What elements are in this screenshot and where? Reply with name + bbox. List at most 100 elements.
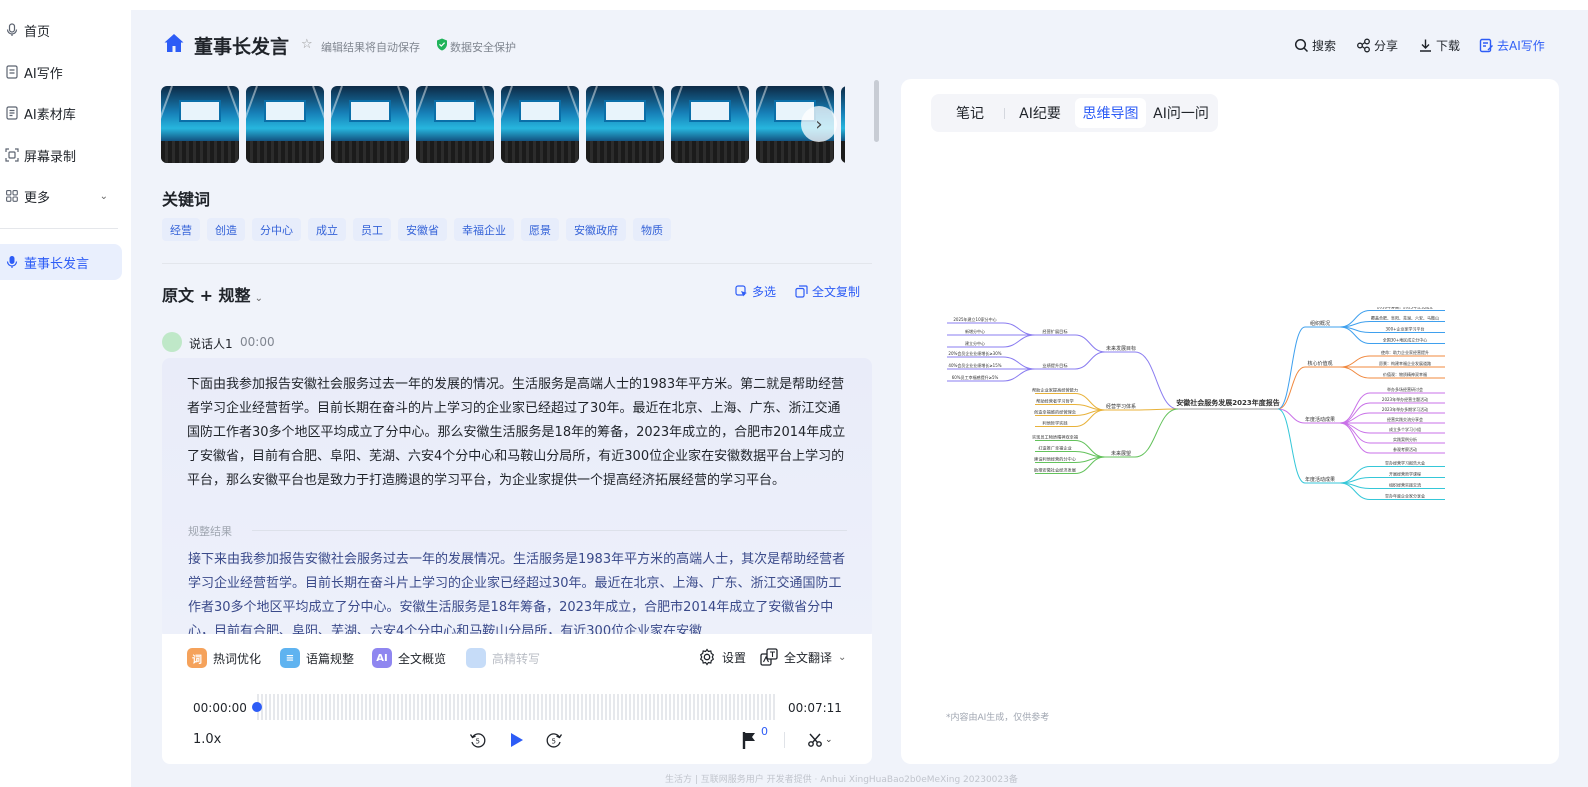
rewind-5s-button[interactable]: 5 <box>468 730 488 750</box>
mindmap-branch[interactable]: 年度活动成果 <box>1305 416 1335 423</box>
rewrite-button[interactable]: 高精转写 <box>466 648 540 668</box>
mindmap-leaf[interactable]: 2018年筹备，2023年正式成立 <box>1377 307 1433 310</box>
translate-button[interactable]: 全文翻译 ⌄ <box>760 648 846 666</box>
tab-ai-qa[interactable]: AI问一问 <box>1149 98 1213 128</box>
thumbnail-image[interactable] <box>841 86 845 163</box>
speaker-name[interactable]: 说话人1 <box>189 335 233 352</box>
speed-button[interactable]: 1.0x <box>193 732 221 747</box>
mindmap-branch[interactable]: 经营学习体系 <box>1106 403 1136 410</box>
mindmap-branch[interactable]: 组织概况 <box>1310 320 1330 327</box>
keyword-tag[interactable]: 创造 <box>207 218 245 241</box>
playhead-handle[interactable] <box>252 702 262 712</box>
summary-button[interactable]: AI 全文概览 <box>372 648 446 668</box>
mindmap-node[interactable]: 建设利他经营的分中心 <box>1034 456 1077 463</box>
thumbnail-image[interactable] <box>501 86 579 163</box>
keyword-tag[interactable]: 安徽省 <box>398 218 447 241</box>
mindmap-branch[interactable]: 核心价值观 <box>1307 360 1332 367</box>
mindmap-node[interactable]: 帮助企业家提高经营能力 <box>1032 387 1078 394</box>
sidebar-item-current-file[interactable]: 董事长发言 <box>0 244 122 280</box>
mindmap-leaf[interactable]: 经营实践交流分享会 <box>1387 416 1423 422</box>
mindmap-leaf[interactable]: 愿景：构建幸福企业发展道路 <box>1379 360 1431 366</box>
play-button[interactable] <box>506 730 526 750</box>
ai-write-button[interactable]: 去AI写作 <box>1479 37 1545 54</box>
paragraph-button[interactable]: ≡ 语篇规整 <box>280 648 354 668</box>
mindmap-leaf[interactable]: 成立多个学习小组 <box>1389 426 1421 432</box>
keyword-tag[interactable]: 物质 <box>633 218 671 241</box>
hotword-button[interactable]: 词热词优化 <box>187 648 261 668</box>
sidebar-item-ai-writing[interactable]: AI写作 <box>0 54 122 90</box>
sidebar-item-ai-library[interactable]: AI素材库 <box>0 95 122 131</box>
thumbnail-image[interactable] <box>161 86 239 163</box>
mindmap-leaf[interactable]: 开展经营哲学课程 <box>1389 471 1421 477</box>
tab-mindmap[interactable]: 思维导图 <box>1075 98 1146 128</box>
mindmap-node[interactable]: 利他哲学实践 <box>1042 420 1068 427</box>
tab-notes[interactable]: 笔记 <box>939 98 1001 128</box>
keyword-tag[interactable]: 分中心 <box>252 218 301 241</box>
mindmap-leaf[interactable]: 全国30+地区成立分中心 <box>1383 337 1427 343</box>
share-button[interactable]: 分享 <box>1356 37 1398 54</box>
mindmap-node[interactable]: 业绩提升目标 <box>1042 362 1067 369</box>
sidebar-item-home[interactable]: 首页 <box>0 12 122 48</box>
mindmap-canvas[interactable]: 安徽社会服务发展2023年度报告 未来发展目标 经营扩展目标 2025年建立10家分中… <box>945 307 1511 517</box>
thumbnail-image[interactable] <box>246 86 324 163</box>
search-button[interactable]: 搜索 <box>1294 37 1336 54</box>
keyword-tag[interactable]: 安徽政府 <box>566 218 626 241</box>
mindmap-leaf[interactable]: 举办经营学习报告大会 <box>1385 460 1425 466</box>
mindmap-branch[interactable]: 未来展望 <box>1111 450 1131 457</box>
mindmap-leaf[interactable]: 40%会员企业业绩增长≥15% <box>948 362 1001 368</box>
waveform[interactable] <box>257 694 777 720</box>
mindmap-node[interactable]: 打造推广幸福企业 <box>1038 445 1072 452</box>
page-title[interactable]: 董事长发言 <box>194 32 289 59</box>
mindmap-leaf[interactable]: 60%员工幸福感提升≥5% <box>952 374 999 380</box>
mindmap-node[interactable]: 创造幸福感的经营理念 <box>1034 409 1077 416</box>
mindmap-leaf[interactable]: 参观考察活动 <box>1393 446 1417 452</box>
mindmap-leaf[interactable]: 2023年举办经营主题活动 <box>1382 396 1428 402</box>
star-icon[interactable]: ☆ <box>301 37 313 52</box>
thumbnail-image[interactable] <box>586 86 664 163</box>
view-mode-dropdown[interactable]: 原文 + 规整 ⌄ <box>162 282 263 306</box>
mindmap-node[interactable]: 经营扩展目标 <box>1042 328 1067 335</box>
mindmap-leaf[interactable]: 价值观：物质精神双幸福 <box>1383 371 1427 377</box>
mindmap-leaf[interactable]: 2023年举办多期学习活动 <box>1382 406 1428 412</box>
home-icon[interactable] <box>163 32 185 54</box>
copy-all-button[interactable]: 全文复制 <box>795 283 860 300</box>
mindmap-leaf[interactable]: 覆盖合肥、阜阳、芜湖、六安、马鞍山 <box>1371 315 1439 321</box>
multi-select-button[interactable]: 多选 <box>735 283 776 300</box>
thumbnail-image[interactable] <box>331 86 409 163</box>
flag-icon[interactable] <box>740 730 760 750</box>
thumbnail-image[interactable] <box>416 86 494 163</box>
cut-button[interactable]: ⌄ <box>807 730 837 750</box>
download-button[interactable]: 下载 <box>1418 37 1460 54</box>
mindmap-leaf[interactable]: 300+企业家学习平台 <box>1386 326 1425 332</box>
mindmap-leaf[interactable]: 新增分中心 <box>965 328 985 334</box>
speaker-timestamp[interactable]: 00:00 <box>240 335 275 349</box>
keyword-tag[interactable]: 愿景 <box>521 218 559 241</box>
thumbnail-next-button[interactable]: › <box>801 106 837 142</box>
mindmap-node[interactable]: 实现员工物质精神双幸福 <box>1032 434 1078 441</box>
mindmap-root[interactable]: 安徽社会服务发展2023年度报告 <box>1176 398 1279 407</box>
mindmap-leaf[interactable]: 实践案例分析 <box>1393 436 1417 442</box>
tab-ai-summary[interactable]: AI纪要 <box>1008 98 1072 128</box>
keyword-tag[interactable]: 员工 <box>353 218 391 241</box>
settings-button[interactable]: 设置 <box>698 648 746 666</box>
mindmap-leaf[interactable]: 使命：助力企业家经营提升 <box>1381 349 1429 355</box>
regulated-text[interactable]: 接下来由我参加报告安徽社会服务过去一年的发展情况。生活服务是1983年平方米的高… <box>188 548 850 638</box>
mindmap-branch[interactable]: 年度活动成果 <box>1305 476 1335 483</box>
scrollbar[interactable] <box>874 80 879 142</box>
mindmap-leaf[interactable]: 组织经营实践交流 <box>1389 482 1421 488</box>
keyword-tag[interactable]: 经营 <box>162 218 200 241</box>
keyword-tag[interactable]: 幸福企业 <box>454 218 514 241</box>
mindmap-leaf[interactable]: 建立分中心 <box>965 340 985 346</box>
sidebar-item-screen-record[interactable]: 屏幕录制 <box>0 137 122 173</box>
mindmap-leaf[interactable]: 举办多场经营研讨会 <box>1387 386 1423 392</box>
forward-5s-button[interactable]: 5 <box>544 730 564 750</box>
mindmap-leaf[interactable]: 2025年建立10家分中心 <box>953 316 996 322</box>
sidebar-item-more[interactable]: 更多 ⌄ <box>0 178 122 214</box>
mindmap-leaf[interactable]: 20%会员企业业绩增长≥30% <box>948 350 1001 356</box>
mindmap-leaf[interactable]: 举办年度企业家分享会 <box>1385 493 1425 499</box>
mindmap-branch[interactable]: 未来发展目标 <box>1106 345 1136 352</box>
mindmap-node[interactable]: 帮助经营者学习哲学 <box>1036 398 1074 405</box>
keyword-tag[interactable]: 成立 <box>308 218 346 241</box>
thumbnail-image[interactable] <box>671 86 749 163</box>
mindmap-node[interactable]: 助推安徽社会经济发展 <box>1034 467 1077 474</box>
